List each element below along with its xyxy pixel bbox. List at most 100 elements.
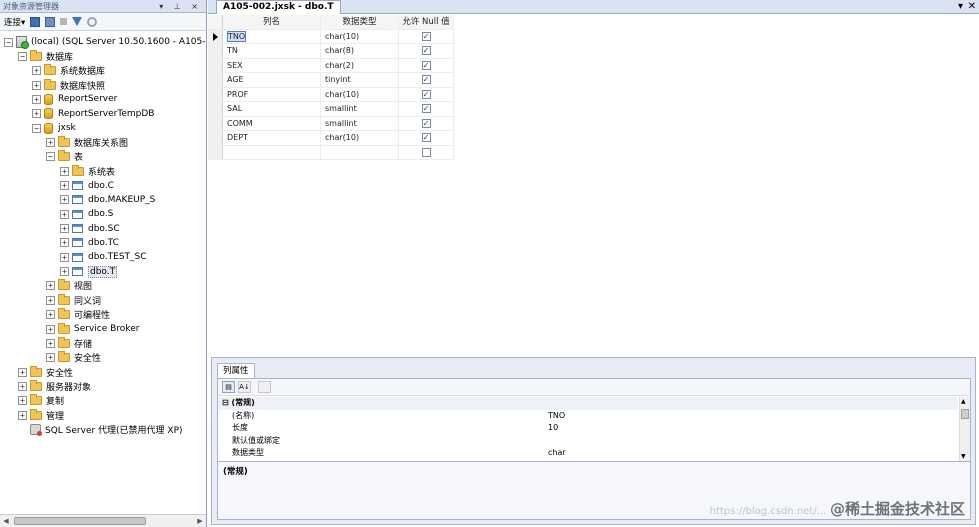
collapse-icon[interactable]: −	[4, 37, 13, 47]
tree-node[interactable]: + 系统表	[60, 164, 115, 178]
tree-node[interactable]: + 复制	[18, 394, 64, 408]
tree-node[interactable]: + dbo.S	[60, 207, 113, 221]
table-row[interactable]: COMM smallint ✓	[208, 116, 454, 131]
expand-icon[interactable]: +	[60, 166, 69, 176]
table-row[interactable]: DEPT char(10) ✓	[208, 131, 454, 146]
expand-icon[interactable]: +	[18, 396, 27, 406]
data-type-cell[interactable]: tinyint	[321, 73, 399, 87]
row-selector[interactable]	[208, 131, 223, 145]
close-document-icon[interactable]: ✕	[968, 0, 976, 13]
tree-node[interactable]: + 服务器对象	[18, 379, 91, 393]
expand-icon[interactable]: +	[18, 367, 27, 377]
row-selector[interactable]	[208, 58, 223, 72]
tree-node[interactable]: + dbo.C	[60, 179, 114, 193]
column-name-cell[interactable]: AGE	[223, 73, 321, 87]
tree-node[interactable]: + 系统数据库	[32, 64, 105, 78]
alphabetical-icon[interactable]: A↓	[238, 381, 251, 393]
data-type-cell[interactable]: smallint	[321, 102, 399, 116]
data-type-cell[interactable]: char(10)	[321, 87, 399, 101]
expand-icon[interactable]: +	[18, 410, 27, 420]
allow-nulls-checkbox[interactable]: ✓	[421, 118, 431, 128]
data-type-cell[interactable]: smallint	[321, 116, 399, 130]
expand-icon[interactable]: +	[32, 66, 41, 76]
collapse-icon[interactable]: −	[32, 123, 41, 133]
allow-nulls-checkbox[interactable]: ✓	[421, 133, 431, 142]
tree-node[interactable]: − 数据库	[18, 49, 73, 63]
table-row[interactable]: SEX char(2) ✓	[208, 58, 454, 73]
object-explorer-horizontal-scrollbar[interactable]: ◀ ▶	[0, 514, 206, 527]
column-name-cell[interactable]: TN	[223, 44, 321, 58]
expand-icon[interactable]: +	[46, 353, 55, 363]
table-row[interactable]: SAL smallint ✓	[208, 102, 454, 117]
expand-icon[interactable]: +	[46, 338, 55, 348]
expand-icon[interactable]: +	[32, 109, 41, 119]
connect-button[interactable]: 连接▾	[4, 16, 25, 28]
tree-node[interactable]: + 安全性	[46, 351, 101, 365]
scroll-left-icon[interactable]: ◀	[1, 516, 11, 526]
filter-icon[interactable]	[72, 17, 83, 26]
tree-node[interactable]: + dbo.TEST_SC	[60, 250, 147, 264]
property-value[interactable]: TNO	[548, 410, 565, 423]
table-row[interactable]: AGE tinyint ✓	[208, 73, 454, 88]
tree-node[interactable]: + 管理	[18, 408, 64, 422]
pane-pin-controls[interactable]: ▾ ⊥ ×	[159, 0, 202, 13]
row-selector[interactable]	[208, 73, 223, 87]
expand-icon[interactable]: +	[60, 238, 69, 248]
tree-node[interactable]: + 安全性	[18, 365, 73, 379]
expand-icon[interactable]: +	[60, 209, 69, 219]
property-scrollbar-thumb[interactable]	[961, 409, 969, 419]
allow-nulls-checkbox[interactable]: ✓	[421, 60, 431, 70]
property-value[interactable]: char	[548, 447, 566, 460]
scroll-down-icon[interactable]: ▼	[961, 453, 966, 460]
expand-icon[interactable]: +	[32, 94, 41, 104]
scrollbar-thumb[interactable]	[14, 517, 146, 525]
collapse-category-icon[interactable]: ⊟	[222, 398, 232, 407]
collapse-icon[interactable]: −	[18, 51, 27, 61]
expand-icon[interactable]: +	[46, 310, 55, 320]
disconnect-icon[interactable]	[45, 16, 56, 27]
row-selector[interactable]	[208, 44, 223, 58]
row-selector[interactable]	[208, 145, 223, 159]
allow-nulls-checkbox[interactable]: ✓	[421, 89, 431, 99]
expand-icon[interactable]: +	[60, 224, 69, 234]
row-selector[interactable]	[208, 29, 223, 43]
allow-nulls-checkbox[interactable]: ✓	[421, 31, 431, 41]
table-row[interactable]: PROF char(10) ✓	[208, 87, 454, 102]
expand-icon[interactable]: +	[60, 195, 69, 205]
column-name-cell[interactable]	[223, 145, 321, 159]
property-row[interactable]: 默认值或绑定	[218, 435, 958, 448]
expand-icon[interactable]: +	[60, 252, 69, 262]
stop-icon[interactable]	[60, 18, 68, 25]
tree-node[interactable]: + dbo.TC	[60, 236, 119, 250]
allow-nulls-checkbox[interactable]: ✓	[421, 75, 431, 84]
scroll-right-icon[interactable]: ▶	[195, 516, 205, 526]
row-selector[interactable]	[208, 87, 223, 101]
tree-node[interactable]: + ReportServerTempDB	[32, 107, 154, 121]
column-name-cell[interactable]: TNO	[223, 29, 321, 43]
expand-icon[interactable]: +	[46, 281, 55, 291]
tab-list-dropdown-icon[interactable]: ▾	[958, 0, 963, 13]
tree-node[interactable]: + 存储	[46, 336, 92, 350]
property-category-row[interactable]: ⊟ (常规)	[218, 397, 958, 410]
tree-node[interactable]: + 同义词	[46, 293, 101, 307]
column-name-cell[interactable]: SAL	[223, 102, 321, 116]
expand-icon[interactable]: +	[60, 267, 69, 277]
property-row[interactable]: (名称) TNO	[218, 410, 958, 423]
column-name-cell[interactable]: PROF	[223, 87, 321, 101]
column-name-cell[interactable]: DEPT	[223, 131, 321, 145]
expand-icon[interactable]: +	[32, 80, 41, 90]
tree-node[interactable]: + Service Broker	[46, 322, 139, 336]
tree-node[interactable]: − 表	[46, 150, 83, 164]
tree-node[interactable]: − (local) (SQL Server 10.50.1600 - A105-0…	[4, 35, 206, 49]
property-list-scrollbar[interactable]: ▲ ▼	[959, 397, 970, 461]
column-name-cell[interactable]: COMM	[223, 116, 321, 130]
property-pages-icon[interactable]	[258, 381, 271, 393]
tree-node[interactable]: + dbo.MAKEUP_S	[60, 193, 155, 207]
tree-node[interactable]: + 视图	[46, 279, 92, 293]
allow-nulls-checkbox[interactable]: ✓	[421, 104, 431, 113]
property-row[interactable]: 数据类型 char	[218, 447, 958, 460]
table-row[interactable]: TN char(8) ✓	[208, 44, 454, 59]
row-selector[interactable]	[208, 116, 223, 130]
tree-node[interactable]: + 数据库快照	[32, 78, 105, 92]
expand-icon[interactable]: +	[46, 137, 55, 147]
